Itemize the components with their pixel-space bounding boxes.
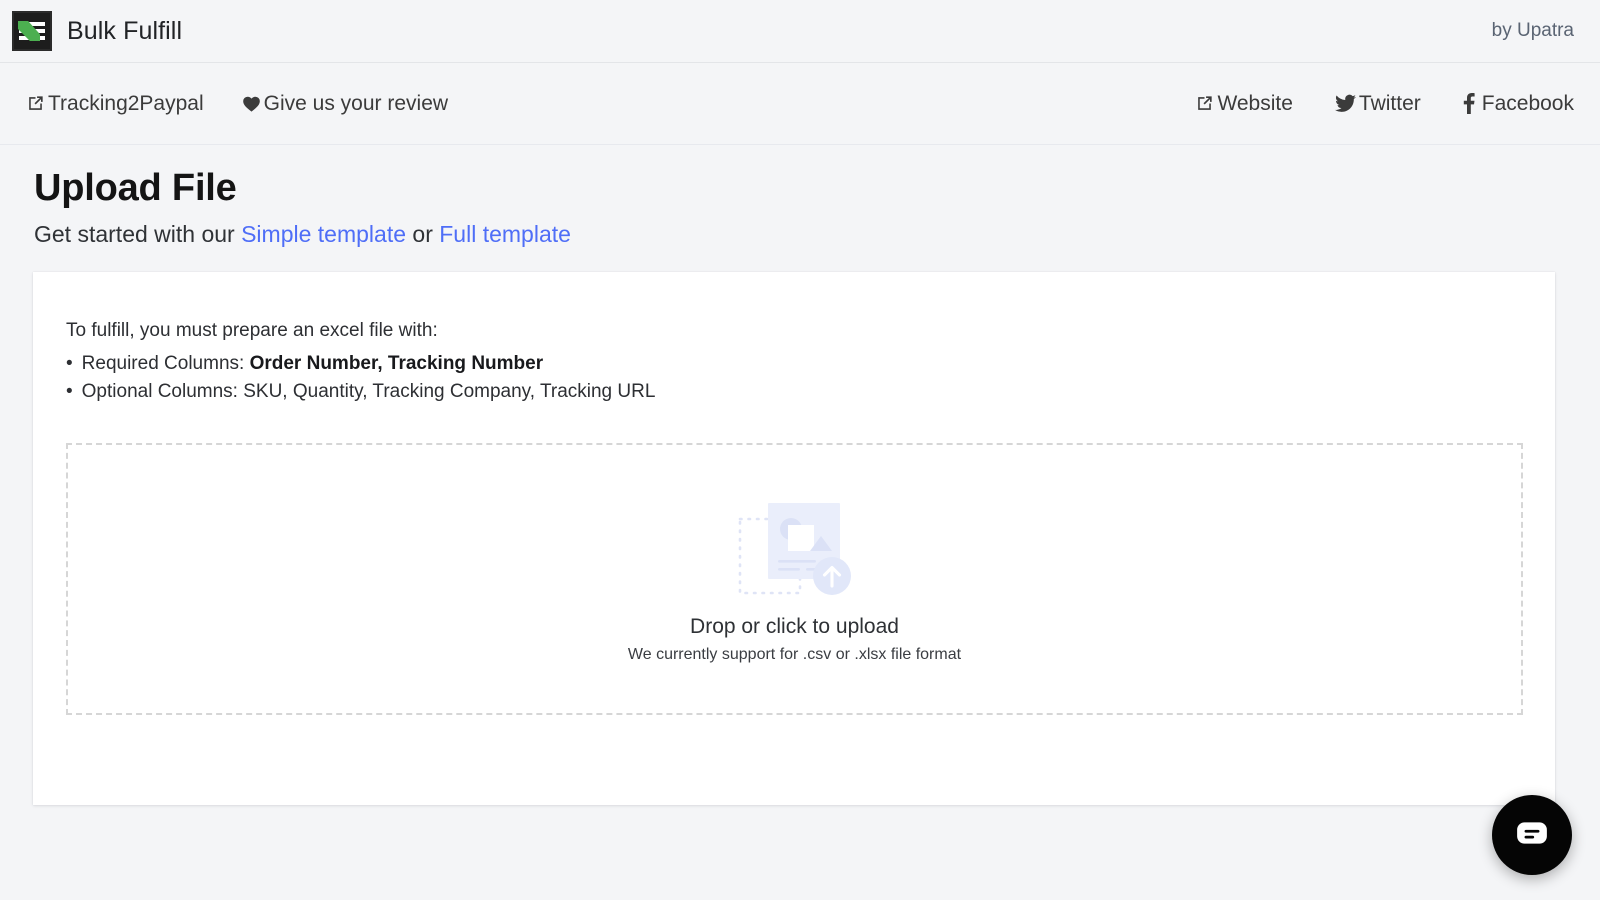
attribution-label: by Upatra [1491,20,1574,41]
chat-bubble-icon [1515,816,1549,855]
page-title: Upload File [34,167,237,209]
optional-columns-value: SKU, Quantity, Tracking Company, Trackin… [243,380,656,402]
simple-template-link[interactable]: Simple template [241,221,406,247]
external-link-icon [1195,94,1214,113]
nav-link-give-us-your-review[interactable]: Give us your review [242,92,448,116]
requirement-optional-columns: • Optional Columns: SKU, Quantity, Track… [66,378,1523,406]
file-upload-illustration-icon [737,493,853,597]
required-columns-label: Required Columns: [81,352,250,374]
upload-card: To fulfill, you must prepare an excel fi… [33,271,1555,805]
optional-columns-row: Optional Columns: SKU, Quantity, Trackin… [82,378,656,406]
bullet-marker: • [66,380,73,402]
bulk-fulfill-logo-icon [12,11,52,51]
nav-link-facebook[interactable]: Facebook [1463,92,1574,116]
chat-widget-button[interactable] [1492,795,1572,875]
external-link-icon [26,94,45,113]
bullet-marker: • [66,352,73,374]
nav-link-twitter[interactable]: Twitter [1334,91,1421,116]
page-subtitle-prefix: Get started with our [34,220,242,247]
nav-links-right: Website Twitter Facebook [1195,92,1574,116]
requirements-intro: To fulfill, you must prepare an excel fi… [66,319,438,341]
nav-link-tracking2paypal[interactable]: Tracking2Paypal [26,92,204,116]
file-dropzone[interactable]: Drop or click to upload We currently sup… [66,442,1523,715]
page-head: Upload File Get started with our Simple … [0,145,1600,248]
nav-bar: Tracking2Paypal Give us your review Webs… [0,63,1600,145]
full-template-link[interactable]: Full template [439,221,571,247]
brand[interactable]: Bulk Fulfill [12,11,182,51]
twitter-icon [1334,94,1356,113]
requirement-required-columns: • Required Columns: Order Number, Tracki… [66,350,1523,378]
heart-icon [242,94,261,113]
required-columns-row: Required Columns: Order Number, Tracking… [82,350,543,378]
facebook-icon [1463,93,1475,114]
dropzone-title: Drop or click to upload [690,615,899,639]
nav-link-label: Tracking2Paypal [48,91,204,115]
nav-link-label: Give us your review [263,91,449,115]
nav-link-label: Twitter [1358,91,1421,115]
requirements-list: • Required Columns: Order Number, Tracki… [66,350,1523,406]
page-subtitle-middle: or [406,220,440,247]
dropzone-subtitle: We currently support for .csv or .xlsx f… [627,646,962,664]
page-subtitle: Get started with our Simple template or … [34,221,1600,248]
nav-link-website[interactable]: Website [1195,91,1293,116]
nav-links-left: Tracking2Paypal Give us your review [26,92,448,116]
app-header: Bulk Fulfill by Upatra [0,0,1600,63]
nav-link-label: Website [1217,91,1293,115]
brand-title: Bulk Fulfill [67,16,183,45]
nav-link-label: Facebook [1481,91,1574,115]
optional-columns-label: Optional Columns: [81,380,244,402]
required-columns-value: Order Number, Tracking Number [249,352,544,374]
